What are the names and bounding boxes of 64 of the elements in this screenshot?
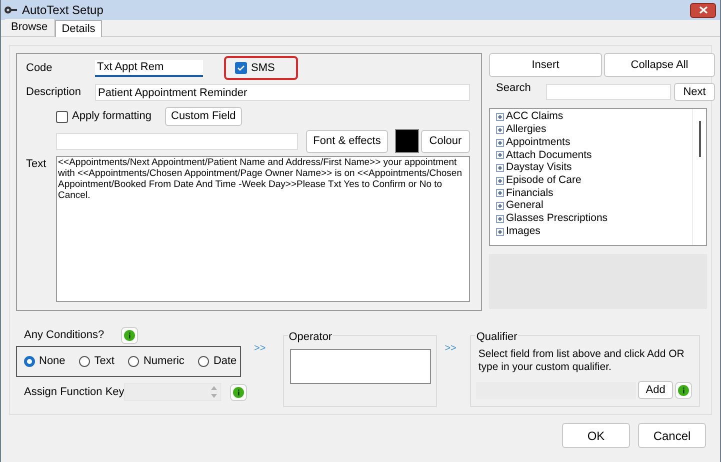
dialog-button[interactable]: OK xyxy=(562,423,630,448)
key-icon xyxy=(4,5,18,15)
qualifier-hint: Select field from list above and click Add OR type in your custom qualifier. xyxy=(478,348,686,374)
radio-label: Numeric xyxy=(143,354,184,370)
code-input[interactable]: Txt Appt Rem xyxy=(95,60,203,76)
expand-icon[interactable] xyxy=(496,151,504,160)
expand-icon[interactable] xyxy=(496,126,504,134)
expand-icon[interactable] xyxy=(496,228,504,236)
function-key-label: Assign Function Key xyxy=(24,384,124,400)
expand-icon[interactable] xyxy=(496,138,504,147)
sms-label: SMS xyxy=(251,60,275,76)
info-icon xyxy=(678,384,690,396)
text-area[interactable]: <<Appointments/Next Appointment/Patient Name and Address/First Name>> your appointment with <<Appointments/Chosen Appointment/Page Owner Name>> is on <<Appointments/Chosen Appointment/Booked From Date And Time -Week Day>>Please Txt Yes to Confirm or No to Cancel. xyxy=(56,156,470,302)
radio-label: Text xyxy=(94,354,114,370)
search-input[interactable] xyxy=(546,84,671,100)
expand-icon[interactable] xyxy=(496,113,504,122)
description-label: Description xyxy=(26,85,82,100)
check-icon xyxy=(237,64,245,72)
format-input[interactable] xyxy=(56,132,298,150)
expand-icon[interactable] xyxy=(496,164,504,172)
spinner-arrows-icon xyxy=(210,385,218,399)
tab[interactable]: Browse xyxy=(5,19,55,36)
search-label: Search xyxy=(495,80,532,96)
add-button[interactable]: Add xyxy=(638,381,674,399)
info-button[interactable] xyxy=(675,382,692,398)
info-icon xyxy=(233,386,244,398)
info-button[interactable] xyxy=(121,326,138,344)
info-icon xyxy=(124,330,135,340)
qualifier-title: Qualifier xyxy=(475,329,518,346)
radio-label: Date xyxy=(213,354,237,370)
expand-icon[interactable] xyxy=(496,202,504,210)
description-input[interactable]: Patient Appointment Reminder xyxy=(95,84,470,101)
custom-field-button[interactable]: Custom Field xyxy=(165,107,242,126)
window-title: AutoText Setup xyxy=(22,2,104,19)
colour-swatch[interactable] xyxy=(395,129,419,153)
operator-title: Operator xyxy=(288,329,334,346)
info-button[interactable] xyxy=(230,384,247,400)
colour-button[interactable]: Colour xyxy=(421,130,470,152)
expand-icon[interactable] xyxy=(496,176,504,185)
tab[interactable]: Details xyxy=(54,20,102,37)
radio-label: None xyxy=(39,354,66,370)
next-button[interactable]: Next xyxy=(674,83,715,101)
radio-button[interactable] xyxy=(79,356,90,367)
code-label: Code xyxy=(26,60,54,76)
dialog-button[interactable]: Cancel xyxy=(638,423,706,448)
checkbox[interactable] xyxy=(235,62,247,74)
expand-icon[interactable] xyxy=(496,189,504,198)
radio-button[interactable] xyxy=(198,356,210,367)
arrow-text: >> xyxy=(254,342,266,353)
conditions-label: Any Conditions? xyxy=(24,328,106,343)
font-effects-button[interactable]: Font & effects xyxy=(306,130,388,152)
radio-button[interactable] xyxy=(24,356,35,367)
scrollbar-thumb[interactable] xyxy=(698,121,700,157)
text-label: Text xyxy=(26,157,48,172)
checkbox[interactable] xyxy=(56,110,68,122)
close-icon xyxy=(698,6,708,14)
close-button[interactable] xyxy=(690,2,716,18)
collapse-all-button[interactable]: Collapse All xyxy=(604,53,715,77)
arrow-text: >> xyxy=(444,342,456,353)
radio-button[interactable] xyxy=(128,356,140,367)
apply-formatting-label: Apply formatting xyxy=(72,109,152,124)
insert-button[interactable]: Insert xyxy=(489,53,602,77)
expand-icon[interactable] xyxy=(496,214,504,223)
operator-input[interactable] xyxy=(290,349,431,384)
